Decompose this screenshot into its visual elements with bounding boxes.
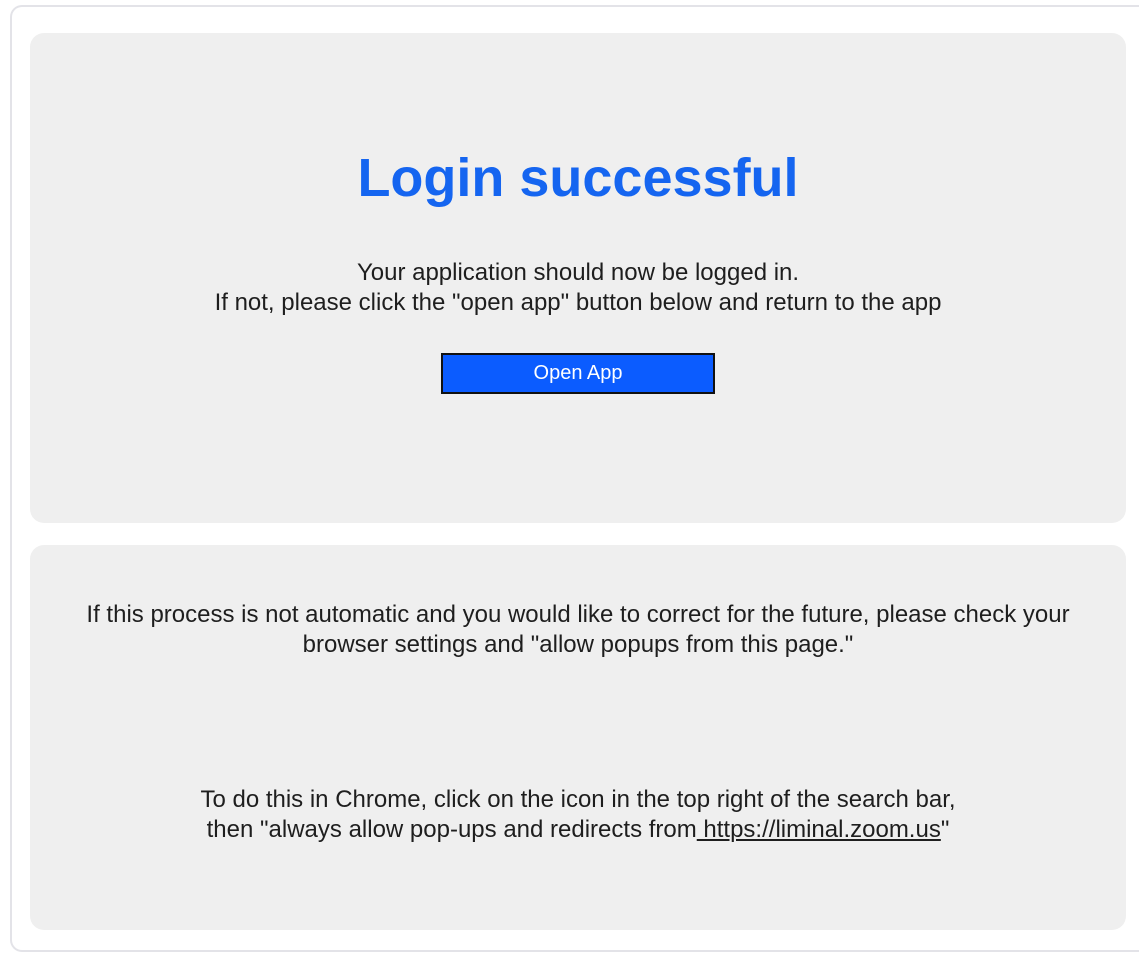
login-message-line2: If not, please click the "open app" butt… bbox=[214, 289, 942, 316]
login-status-panel: Login successful Your application should… bbox=[30, 33, 1126, 523]
help-panel: If this process is not automatic and you… bbox=[30, 545, 1126, 930]
chrome-instructions-prefix: then "always allow pop-ups and redirects… bbox=[206, 816, 697, 843]
login-message: Your application should now be logged in… bbox=[30, 258, 1126, 318]
page-title: Login successful bbox=[357, 148, 799, 208]
liminal-zoom-link[interactable]: https://liminal.zoom.us bbox=[697, 816, 940, 843]
chrome-instructions-line2: then "always allow pop-ups and redirects… bbox=[207, 816, 950, 843]
popup-instructions: If this process is not automatic and you… bbox=[86, 601, 1070, 658]
login-message-line1: Your application should now be logged in… bbox=[356, 259, 800, 286]
chrome-instructions: To do this in Chrome, click on the icon … bbox=[60, 785, 1096, 845]
chrome-instructions-line1: To do this in Chrome, click on the icon … bbox=[200, 786, 956, 813]
open-app-button[interactable]: Open App bbox=[441, 353, 715, 394]
chrome-instructions-suffix: " bbox=[940, 816, 950, 843]
